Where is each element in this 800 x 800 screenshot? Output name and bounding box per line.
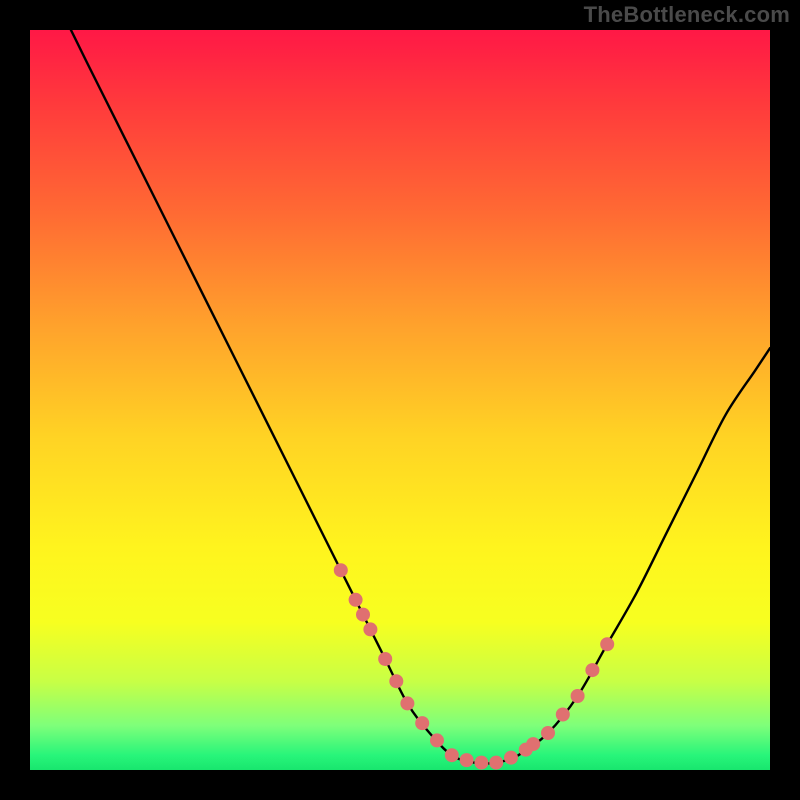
curve-marker: [460, 753, 474, 767]
curve-marker: [400, 696, 414, 710]
curve-marker: [356, 608, 370, 622]
curve-marker: [571, 689, 585, 703]
curve-marker: [526, 737, 540, 751]
curve-marker: [556, 708, 570, 722]
curve-marker: [504, 751, 518, 765]
curve-marker: [334, 563, 348, 577]
curve-svg: [30, 30, 770, 770]
curve-marker: [378, 652, 392, 666]
curve-marker: [585, 663, 599, 677]
chart-root: TheBottleneck.com: [0, 0, 800, 800]
curve-marker: [363, 622, 377, 636]
curve-markers: [334, 563, 614, 769]
curve-marker: [445, 748, 459, 762]
curve-marker: [474, 756, 488, 770]
curve-marker: [489, 756, 503, 770]
curve-line: [30, 30, 770, 764]
curve-marker: [415, 716, 429, 730]
curve-marker: [600, 637, 614, 651]
curve-marker: [349, 593, 363, 607]
plot-area: [30, 30, 770, 770]
attribution-label: TheBottleneck.com: [584, 2, 790, 28]
curve-marker: [430, 733, 444, 747]
curve-marker: [541, 726, 555, 740]
curve-marker: [389, 674, 403, 688]
